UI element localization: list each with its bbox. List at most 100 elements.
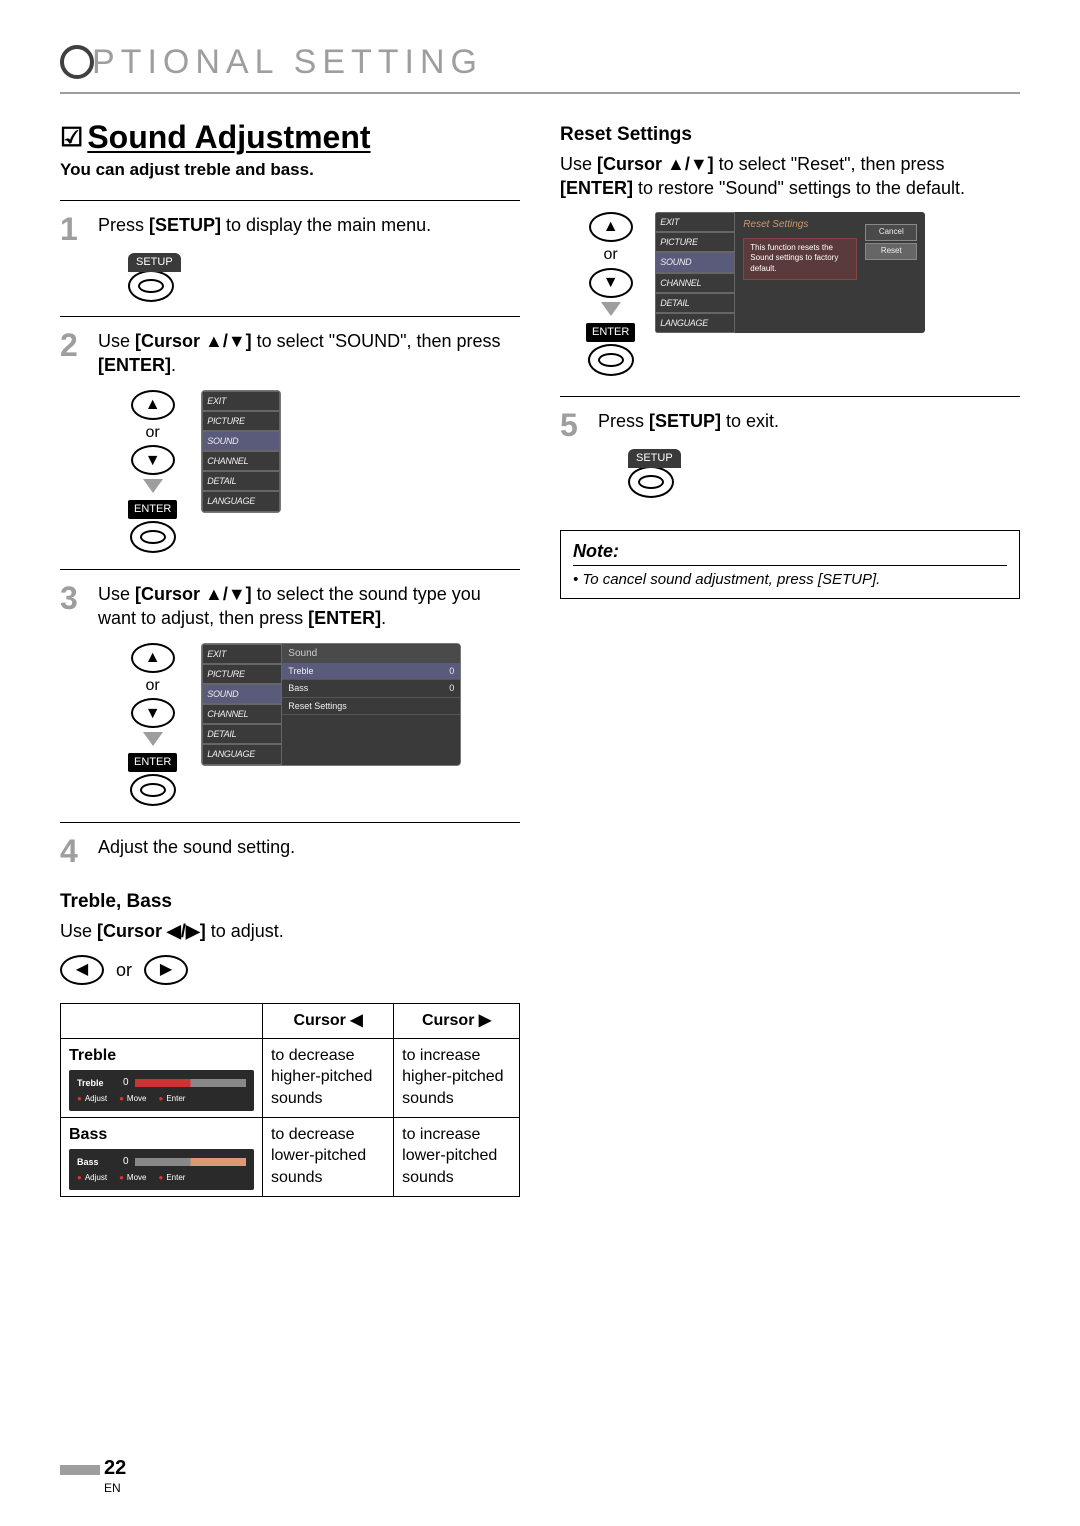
cursor-key: [Cursor ▲/▼] [135,331,252,351]
osd-main-menu: EXIT PICTURE SOUND CHANNEL DETAIL LANGUA… [201,390,281,513]
osd-item-detail: DETAIL [202,471,280,491]
reset-panel-message: This function resets the Sound settings … [743,238,857,280]
row-name-treble: Treble [69,1047,116,1064]
osd-item-picture: PICTURE [202,664,282,684]
page-language: EN [104,1480,126,1496]
setup-button-label: SETUP [128,253,181,272]
treble-bass-heading: Treble, Bass [60,889,520,915]
step-number: 1 [60,213,88,302]
slider-value: 0 [123,1076,129,1090]
row-name-bass: Bass [69,1126,107,1143]
slider-footer-enter: Enter [158,1173,185,1184]
reset-instruction: Use [Cursor ▲/▼] to select "Reset", then… [560,152,1020,201]
slider-footer-adjust: Adjust [77,1094,107,1105]
step-4: 4 Adjust the sound setting. [60,822,520,881]
bass-slider-osd: Bass 0 Adjust Move Enter [69,1149,254,1189]
cursor-key: [Cursor ▲/▼] [597,154,714,174]
osd-row-value: 0 [449,665,454,677]
osd-item-channel: CHANNEL [655,273,735,293]
slider-footer-adjust: Adjust [77,1173,107,1184]
slider-footer-move: Move [119,1094,146,1105]
step-text: Use [98,584,135,604]
left-column: ☑Sound Adjustment You can adjust treble … [60,116,520,1197]
slider-footer-enter: Enter [158,1094,185,1105]
text: Use [560,154,597,174]
setup-key: [SETUP] [149,215,221,235]
setup-button-icon [128,270,174,302]
step-5: 5 Press [SETUP] to exit. SETUP [560,396,1020,512]
osd-item-sound: SOUND [202,684,282,704]
table-cell: to decrease lower-pitched sounds [262,1117,393,1196]
enter-button-label: ENTER [128,753,177,772]
right-column: Reset Settings Use [Cursor ▲/▼] to selec… [560,116,1020,1197]
step-text: . [171,355,176,375]
enter-button-icon [588,344,634,376]
slider-bar-icon [135,1079,246,1087]
subtitle: You can adjust treble and bass. [60,159,520,182]
step-3: 3 Use [Cursor ▲/▼] to select the sound t… [60,569,520,822]
slider-label: Treble [77,1077,117,1089]
step-text: Press [598,411,649,431]
step-text: Press [98,215,149,235]
slider-label: Bass [77,1156,117,1168]
cursor-up-icon: ▲ [131,643,175,673]
text: Use [60,921,97,941]
table-cell: to increase lower-pitched sounds [394,1117,520,1196]
enter-button-icon [130,521,176,553]
cursor-key: [Cursor ◀/▶] [97,921,206,941]
osd-sound-menu: EXIT PICTURE SOUND CHANNEL DETAIL LANGUA… [201,643,461,766]
osd-item-picture: PICTURE [655,232,735,252]
table-row: Treble Treble 0 Adjust Move Enter [61,1038,520,1117]
enter-button-label: ENTER [586,323,635,342]
cursor-down-icon: ▼ [589,268,633,298]
table-header-right: Cursor ▶ [394,1004,520,1039]
text: to adjust. [206,921,284,941]
osd-item-language: LANGUAGE [202,491,280,511]
note-box: Note: To cancel sound adjustment, press … [560,530,1020,600]
text: to restore "Sound" settings to the defau… [633,178,965,198]
treble-bass-instruction: Use [Cursor ◀/▶] to adjust. [60,919,520,943]
step-number: 5 [560,409,588,498]
section-header-text: PTIONAL SETTING [92,43,483,81]
remote-cursor-enter-graphic: ▲ or ▼ ENTER [128,390,177,555]
arrow-down-icon [601,302,621,316]
osd-item-exit: EXIT [202,644,282,664]
osd-row-label: Reset Settings [288,700,347,712]
setup-button-icon [628,466,674,498]
osd-panel-header: Sound [282,644,460,664]
setup-button-label: SETUP [628,449,681,468]
step-text: to display the main menu. [221,215,431,235]
osd-row-label: Bass [288,682,308,694]
osd-item-language: LANGUAGE [202,744,282,764]
osd-item-language: LANGUAGE [655,313,735,333]
osd-item-sound: SOUND [655,252,735,272]
cursor-key: [Cursor ▲/▼] [135,584,252,604]
osd-reset-panel: EXIT PICTURE SOUND CHANNEL DETAIL LANGUA… [655,212,925,333]
step-text: Use [98,331,135,351]
step-body: Use [Cursor ▲/▼] to select "SOUND", then… [98,329,520,555]
cursor-left-icon: ◀ [60,955,104,985]
treble-slider-osd: Treble 0 Adjust Move Enter [69,1070,254,1110]
enter-key: [ENTER] [308,608,381,628]
reset-button: Reset [865,243,917,260]
enter-key: [ENTER] [98,355,171,375]
osd-item-picture: PICTURE [202,411,280,431]
step-1: 1 Press [SETUP] to display the main menu… [60,200,520,316]
osd-item-channel: CHANNEL [202,451,280,471]
page-title-text: Sound Adjustment [87,119,370,155]
enter-button-icon [130,774,176,806]
or-text: or [128,675,177,697]
section-header: PTIONAL SETTING [60,40,1020,94]
osd-row-value: 0 [449,682,454,694]
or-text: or [128,422,177,444]
page-title: ☑Sound Adjustment [60,116,520,159]
step-body: Press [SETUP] to exit. SETUP [598,409,1020,498]
osd-item-exit: EXIT [202,391,280,411]
osd-item-detail: DETAIL [202,724,282,744]
step-number: 3 [60,582,88,808]
osd-row-bass: Bass 0 [282,680,460,697]
slider-bar-icon [135,1158,246,1166]
note-body-text: To cancel sound adjustment, press [SETUP… [582,571,880,588]
table-header-left: Cursor ◀ [262,1004,393,1039]
enter-button-label: ENTER [128,500,177,519]
